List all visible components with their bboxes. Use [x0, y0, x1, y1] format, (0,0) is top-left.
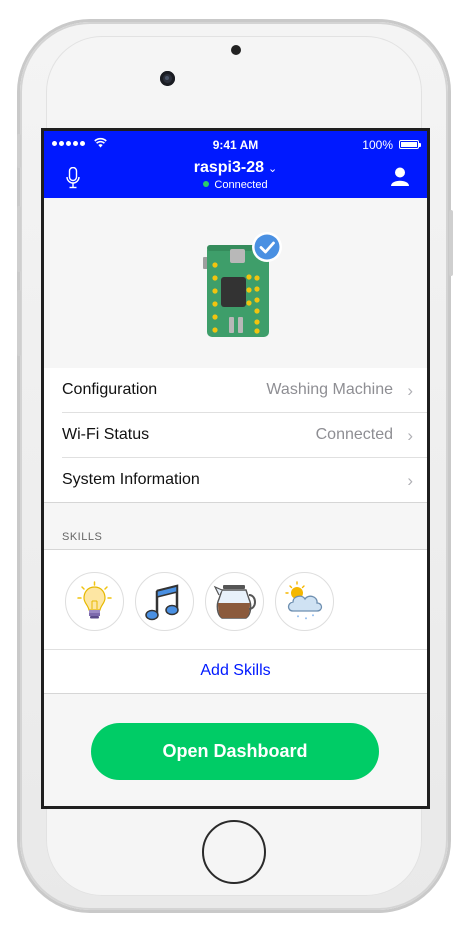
skill-lightbulb[interactable] [65, 572, 124, 631]
chevron-right-icon: › [407, 381, 413, 400]
side-button-volume-down [17, 290, 21, 356]
side-button-volume-up [17, 206, 21, 272]
wifi-status-row[interactable]: Wi-Fi Status Connected › [62, 412, 427, 457]
status-bar: 9:41 AM 100% [44, 137, 427, 152]
device-hero [44, 198, 427, 369]
system-information-row[interactable]: System Information › [62, 457, 427, 502]
configuration-row[interactable]: Configuration Washing Machine › [44, 368, 427, 412]
chevron-down-icon: ⌄ [268, 163, 278, 175]
add-skills-button[interactable]: Add Skills [44, 649, 427, 694]
status-dot-icon [203, 181, 210, 187]
raspberry-pi-board-icon [203, 232, 282, 337]
skill-coffee[interactable] [205, 572, 264, 631]
device-name: raspi3-28 [193, 159, 265, 176]
chevron-right-icon: › [407, 471, 413, 490]
chevron-right-icon: › [407, 426, 413, 445]
open-dashboard-button[interactable]: Open Dashboard [91, 723, 379, 780]
add-skills-label: Add Skills [200, 662, 271, 679]
system-information-label: System Information [62, 471, 200, 488]
battery-percent: 100% [362, 138, 393, 152]
skill-weather[interactable] [275, 572, 334, 631]
navigation-bar: 9:41 AM 100% raspi3-28 ⌄ Connected [44, 131, 427, 198]
wifi-status-value: Connected [315, 426, 393, 443]
home-button[interactable] [202, 820, 266, 884]
configuration-value: Washing Machine [266, 381, 393, 398]
proximity-sensor [231, 45, 241, 55]
connection-status: Connected [44, 179, 427, 191]
music-note-icon [145, 584, 179, 621]
coffee-pot-icon [213, 585, 256, 619]
device-selector[interactable]: raspi3-28 ⌄ [44, 159, 427, 177]
settings-list: Configuration Washing Machine › Wi-Fi St… [44, 368, 427, 503]
skill-music[interactable] [135, 572, 194, 631]
weather-cloud-icon [285, 581, 323, 620]
battery-icon [399, 140, 421, 149]
configuration-label: Configuration [62, 381, 158, 398]
skills-row [44, 549, 427, 650]
connection-status-label: Connected [214, 179, 268, 191]
skills-section-title: SKILLS [62, 531, 103, 543]
side-button-power [449, 210, 453, 276]
user-icon[interactable] [391, 167, 409, 187]
lightbulb-icon [77, 581, 112, 619]
side-button-mute [17, 134, 21, 168]
app-screen: 9:41 AM 100% raspi3-28 ⌄ Connected Confi… [44, 131, 427, 806]
front-camera [160, 71, 175, 86]
wifi-status-label: Wi-Fi Status [62, 426, 150, 443]
